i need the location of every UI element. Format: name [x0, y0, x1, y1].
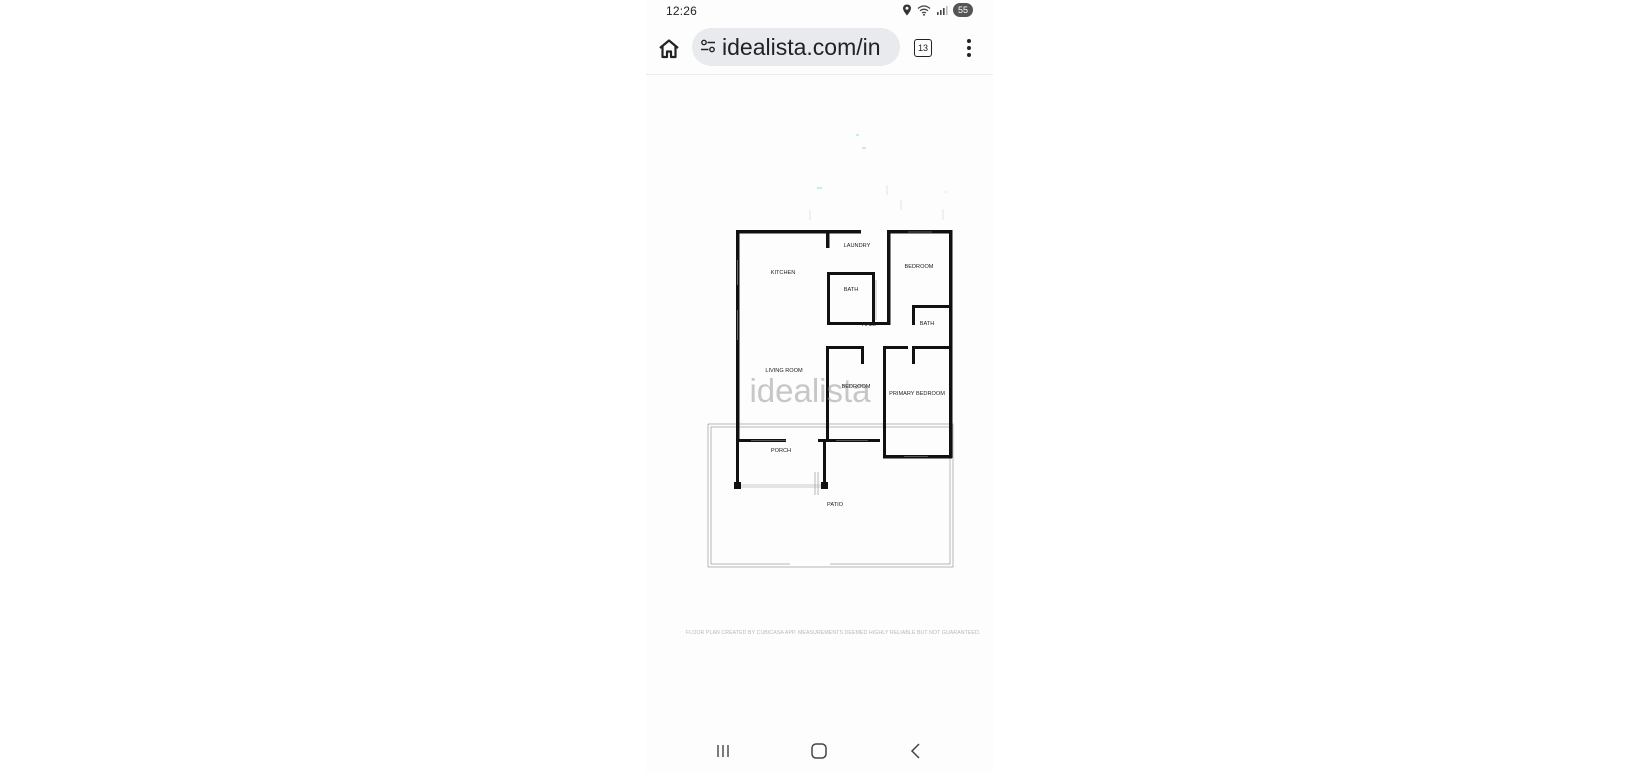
url-text[interactable]: idealista.com/in — [722, 34, 881, 61]
browser-toolbar: idealista.com/in 13 — [646, 24, 993, 75]
room-label-kitchen: KITCHEN — [771, 270, 796, 276]
windows — [737, 231, 932, 488]
room-label-primary-bedroom: PRIMARY BEDROOM — [889, 391, 945, 397]
floor-plan-footer-note: FLOOR PLAN CREATED BY CUBICASA APP. MEAS… — [686, 630, 981, 636]
room-label-bedroom-2: BEDROOM — [842, 384, 871, 390]
more-vert-icon[interactable] — [964, 36, 974, 60]
watermark-text: idealista — [749, 372, 871, 409]
signal-icon — [936, 5, 948, 15]
patio-outline — [707, 423, 954, 568]
room-label-bath-1: BATH — [844, 287, 859, 293]
status-icons: 55 — [902, 3, 973, 17]
home-icon[interactable] — [656, 36, 682, 62]
recent-apps-icon[interactable] — [712, 740, 734, 762]
address-bar[interactable]: idealista.com/in — [692, 28, 900, 66]
back-icon[interactable] — [905, 740, 927, 762]
battery-indicator: 55 — [952, 3, 973, 17]
room-label-bath-2: BATH — [920, 321, 935, 327]
location-icon — [902, 4, 911, 16]
room-label-hall: HALL — [862, 322, 876, 328]
room-label-bedroom-1: BEDROOM — [905, 264, 934, 270]
home-nav-icon[interactable] — [808, 740, 830, 762]
room-label-laundry: LAUNDRY — [844, 243, 871, 249]
room-label-porch: PORCH — [771, 448, 791, 454]
dimension-marks — [809, 134, 946, 220]
system-nav-bar — [646, 730, 993, 773]
room-label-patio: PATIO — [827, 502, 844, 508]
wifi-icon — [917, 4, 931, 16]
status-bar: 12:26 55 — [646, 0, 993, 24]
site-settings-icon[interactable] — [700, 39, 716, 53]
tab-switcher-icon[interactable]: 13 — [914, 39, 932, 57]
phone-screen: 12:26 55 idealista.com/in 13 idealista L… — [646, 0, 993, 773]
room-label-living-room: LIVING ROOM — [765, 368, 803, 374]
status-time: 12:26 — [666, 4, 698, 18]
page-content: idealista LAUNDRY KITCHEN BATH BEDROOM H… — [646, 75, 993, 730]
